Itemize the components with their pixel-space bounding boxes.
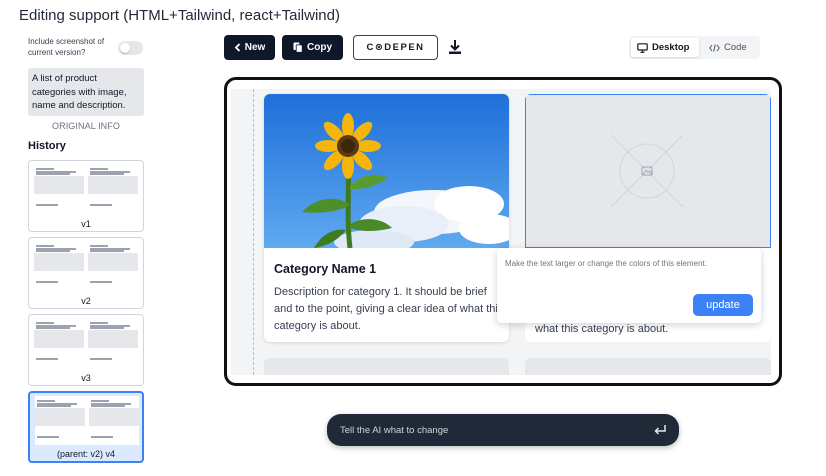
thumbnail-column: [35, 396, 85, 445]
sunflower-image: [264, 94, 509, 254]
image-placeholder-selected[interactable]: [525, 94, 771, 248]
thumbnail-column: [88, 241, 138, 290]
thumbnail-text-line: [90, 358, 112, 360]
thumbnail-column: [88, 164, 138, 213]
sidebar: Include screenshot of current version? A…: [27, 34, 145, 476]
thumbnail-text-line: [36, 204, 58, 206]
copy-button-label: Copy: [307, 42, 332, 53]
code-icon: [709, 43, 720, 52]
ai-command-input[interactable]: [340, 423, 640, 437]
code-view-label: Code: [724, 42, 747, 53]
copy-button[interactable]: Copy: [282, 35, 343, 60]
original-prompt: A list of product categories with image,…: [28, 68, 144, 116]
thumbnail-text-line: [90, 281, 112, 283]
thumbnail-text-line: [90, 204, 112, 206]
thumbnail-text-line: [36, 281, 58, 283]
thumbnail-text-line: [36, 250, 70, 252]
thumbnail-image-block: [34, 330, 84, 348]
thumbnail-column: [89, 396, 139, 445]
thumbnail-image-block: [35, 408, 85, 426]
thumbnail-text-line: [36, 322, 54, 324]
history-item-v4[interactable]: (parent: v2) v4: [28, 391, 144, 463]
thumbnail-text-line: [37, 436, 59, 438]
thumbnail-text-line: [36, 168, 54, 170]
codepen-label: C⊗DEPEN: [366, 42, 425, 53]
history-item-v2[interactable]: v2: [28, 237, 144, 309]
thumbnail-text-line: [90, 322, 108, 324]
thumbnail-text-line: [37, 400, 55, 402]
history-item-label: v1: [81, 219, 91, 229]
thumbnail-column: [34, 241, 84, 290]
history-thumbnail: [34, 241, 138, 290]
thumbnail-text-line: [36, 358, 58, 360]
thumbnail-image-block: [88, 176, 138, 194]
thumbnail-image-block: [34, 253, 84, 271]
download-icon[interactable]: [448, 39, 462, 55]
new-button[interactable]: New: [224, 35, 275, 60]
history-thumbnail: [35, 396, 139, 445]
category-card-1[interactable]: Category Name 1 Description for category…: [264, 94, 509, 342]
card-description: Description for category 1. It should be…: [274, 286, 504, 332]
monitor-icon: [637, 42, 648, 53]
thumbnail-column: [88, 318, 138, 367]
new-button-label: New: [244, 42, 266, 53]
history-title: History: [28, 140, 66, 152]
category-card-3-placeholder: [264, 358, 509, 375]
codepen-button[interactable]: C⊗DEPEN: [353, 35, 438, 60]
thumbnail-text-line: [90, 168, 108, 170]
original-info-label[interactable]: ORIGINAL INFO: [27, 121, 145, 131]
edit-popover: update: [497, 248, 761, 323]
update-button[interactable]: update: [693, 294, 753, 316]
card-title: Category Name 1: [274, 262, 377, 276]
thumbnail-text-line: [36, 327, 70, 329]
toggle-knob: [120, 43, 130, 53]
history-item-v1[interactable]: v1: [28, 160, 144, 232]
enter-icon[interactable]: [653, 423, 667, 437]
thumbnail-image-block: [88, 330, 138, 348]
desktop-view-button[interactable]: Desktop: [631, 38, 699, 57]
thumbnail-text-line: [91, 405, 125, 407]
thumbnail-image-block: [88, 253, 138, 271]
edit-instruction-input[interactable]: [505, 256, 745, 270]
code-view-button[interactable]: Code: [703, 38, 755, 57]
history-item-label: v3: [81, 373, 91, 383]
thumbnail-text-line: [36, 245, 54, 247]
thumbnail-image-block: [89, 408, 139, 426]
category-card-4-placeholder: [525, 358, 771, 375]
history-item-v3[interactable]: v3: [28, 314, 144, 386]
thumbnail-text-line: [36, 173, 70, 175]
screenshot-toggle-row: Include screenshot of current version?: [27, 36, 145, 60]
screenshot-toggle[interactable]: [118, 41, 143, 55]
history-thumbnail: [34, 318, 138, 367]
thumbnail-column: [34, 164, 84, 213]
page-title: Editing support (HTML+Tailwind, react+Ta…: [19, 7, 340, 24]
preview-canvas: Category Name 1 Description for category…: [231, 89, 771, 375]
ai-command-bar: [327, 414, 679, 446]
history-item-label: (parent: v2) v4: [56, 449, 116, 459]
desktop-view-label: Desktop: [652, 42, 690, 53]
thumbnail-text-line: [91, 436, 113, 438]
thumbnail-text-line: [90, 173, 124, 175]
thumbnail-text-line: [90, 250, 124, 252]
thumbnail-text-line: [90, 327, 124, 329]
thumbnail-text-line: [90, 245, 108, 247]
thumbnail-image-block: [34, 176, 84, 194]
screenshot-toggle-label: Include screenshot of current version?: [28, 37, 105, 57]
preview-frame: Category Name 1 Description for category…: [224, 77, 782, 386]
copy-icon: [293, 42, 303, 53]
thumbnail-text-line: [37, 405, 71, 407]
thumbnail-text-line: [91, 400, 109, 402]
thumbnail-column: [34, 318, 84, 367]
view-toggle: Desktop Code: [629, 36, 760, 59]
history-thumbnail: [34, 164, 138, 213]
chevron-left-icon: [234, 43, 241, 52]
selection-guide: [253, 89, 254, 375]
history-item-label: v2: [81, 296, 91, 306]
card2-description-fragment: what this category is about.: [535, 323, 669, 335]
